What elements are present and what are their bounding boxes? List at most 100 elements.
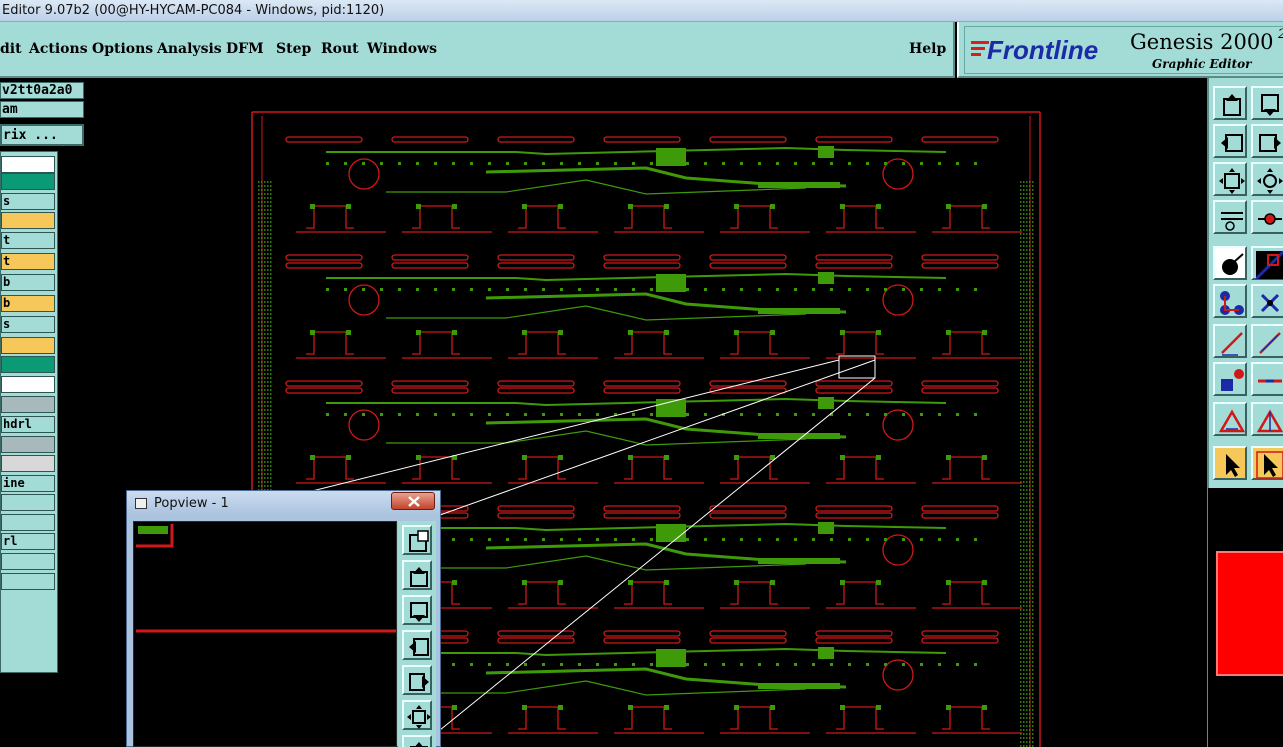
popview-zoom-window-button[interactable]: [402, 525, 432, 555]
layer-row[interactable]: ine: [1, 475, 55, 492]
layer-row[interactable]: [1, 494, 55, 511]
pcb-feature: [921, 512, 999, 519]
pan-left-button[interactable]: [1213, 124, 1247, 158]
pcb-feature: [578, 162, 581, 165]
menu-rout[interactable]: Rout: [321, 41, 359, 57]
layer-row[interactable]: b: [1, 295, 55, 312]
popview-pan-right-button[interactable]: [402, 665, 432, 695]
pcb-feature: [380, 162, 383, 165]
zoom-fit-button[interactable]: [1213, 162, 1247, 196]
layer-row[interactable]: rl: [1, 533, 55, 550]
add-line-button[interactable]: [1213, 324, 1247, 358]
pan-up-button[interactable]: [1213, 86, 1247, 120]
pcb-feature: [624, 456, 672, 480]
pcb-feature: [974, 288, 977, 291]
delete-net-button[interactable]: [1251, 284, 1283, 318]
job-name-field[interactable]: v2tt0a2a0: [0, 82, 84, 99]
layer-row[interactable]: [1, 337, 55, 354]
menu-actions[interactable]: Actions: [29, 41, 88, 57]
pcb-feature: [921, 387, 999, 394]
layer-row[interactable]: hdrl: [1, 416, 55, 433]
navigator-preview[interactable]: [1208, 488, 1283, 747]
layer-row[interactable]: [1, 156, 55, 173]
layer-row[interactable]: t: [1, 232, 55, 249]
menu-options[interactable]: Options: [92, 41, 153, 57]
layer-row[interactable]: t: [1, 253, 55, 270]
pcb-feature: [982, 580, 987, 585]
pcb-feature: [882, 158, 914, 190]
pcb-feature: [734, 204, 739, 209]
pan-right-button[interactable]: [1251, 124, 1283, 158]
menu-edit[interactable]: dit: [0, 41, 22, 57]
popview-pan-down-button[interactable]: [402, 595, 432, 625]
pointer-button[interactable]: [1213, 446, 1247, 480]
pcb-feature: [815, 512, 893, 519]
menu-help[interactable]: Help: [909, 41, 946, 57]
menu-step[interactable]: Step: [276, 41, 311, 57]
menu-windows[interactable]: Windows: [367, 41, 437, 57]
add-pad-button[interactable]: [1213, 362, 1247, 396]
pcb-feature: [942, 205, 990, 229]
layer-row[interactable]: [1, 396, 55, 413]
select-feature-button[interactable]: [1213, 246, 1247, 280]
pcb-feature: [848, 413, 851, 416]
layer-row[interactable]: s: [1, 316, 55, 333]
pcb-feature: [818, 397, 834, 409]
layer-row[interactable]: [1, 173, 55, 190]
menu-analysis[interactable]: Analysis: [157, 41, 222, 57]
step-name-field[interactable]: am: [0, 101, 84, 118]
add-arc-button[interactable]: [1251, 324, 1283, 358]
triangle-blue-button[interactable]: [1251, 402, 1283, 436]
pcb-feature: [522, 705, 527, 710]
pcb-feature: [704, 538, 707, 541]
zoom-home-button[interactable]: [1251, 162, 1283, 196]
matrix-button[interactable]: rix ...: [0, 124, 84, 146]
layer-list-scrollbar[interactable]: [58, 151, 86, 673]
pcb-feature: [921, 262, 999, 269]
layer-row[interactable]: [1, 455, 55, 472]
layer-row[interactable]: [1, 436, 55, 453]
pcb-feature: [740, 162, 743, 165]
layer-row[interactable]: [1, 376, 55, 393]
popview-zoom-fit-button[interactable]: [402, 700, 432, 730]
measure-tool-button[interactable]: [1213, 200, 1247, 234]
pcb-feature: [920, 162, 923, 165]
pcb-feature: [470, 663, 473, 666]
pcb-feature: [815, 637, 893, 644]
pcb-feature: [650, 162, 653, 165]
layer-row[interactable]: b: [1, 274, 55, 291]
select-net-button[interactable]: [1251, 246, 1283, 280]
pcb-feature: [758, 433, 840, 439]
layer-row[interactable]: [1, 356, 55, 373]
pointer-alt-button[interactable]: [1251, 446, 1283, 480]
layer-row[interactable]: [1, 212, 55, 229]
popview-pan-left-button[interactable]: [402, 630, 432, 660]
popview-pan-up-button[interactable]: [402, 560, 432, 590]
popview-window[interactable]: Popview - 1: [126, 490, 441, 747]
zoom-fit-icon: [1219, 168, 1245, 194]
net-connect-icon: [1220, 291, 1244, 315]
layer-row[interactable]: [1, 514, 55, 531]
logo-frame: Frontline Genesis 2000 26 Graphic Editor: [964, 26, 1283, 74]
pcb-feature: [722, 538, 725, 541]
layer-row[interactable]: [1, 573, 55, 590]
pan-down-button[interactable]: [1251, 86, 1283, 120]
add-surface-button[interactable]: [1251, 362, 1283, 396]
pcb-feature: [628, 204, 633, 209]
snap-center-button[interactable]: [1251, 200, 1283, 234]
menu-dfm[interactable]: DFM: [226, 41, 264, 57]
triangle-red-button[interactable]: [1213, 402, 1247, 436]
pcb-feature: [603, 254, 681, 261]
layer-row[interactable]: [1, 553, 55, 570]
pcb-feature: [668, 288, 671, 291]
pcb-feature: [815, 630, 893, 637]
preview-viewport: [1216, 551, 1283, 676]
pcb-feature: [524, 538, 527, 541]
popview-titlebar[interactable]: Popview - 1: [127, 491, 440, 517]
pcb-feature: [306, 205, 354, 229]
popview-close-button[interactable]: [391, 492, 435, 510]
net-connect-button[interactable]: [1213, 284, 1247, 318]
layer-row[interactable]: s: [1, 193, 55, 210]
popview-pan-extra-button[interactable]: [402, 735, 432, 747]
popview-canvas[interactable]: [133, 521, 397, 747]
